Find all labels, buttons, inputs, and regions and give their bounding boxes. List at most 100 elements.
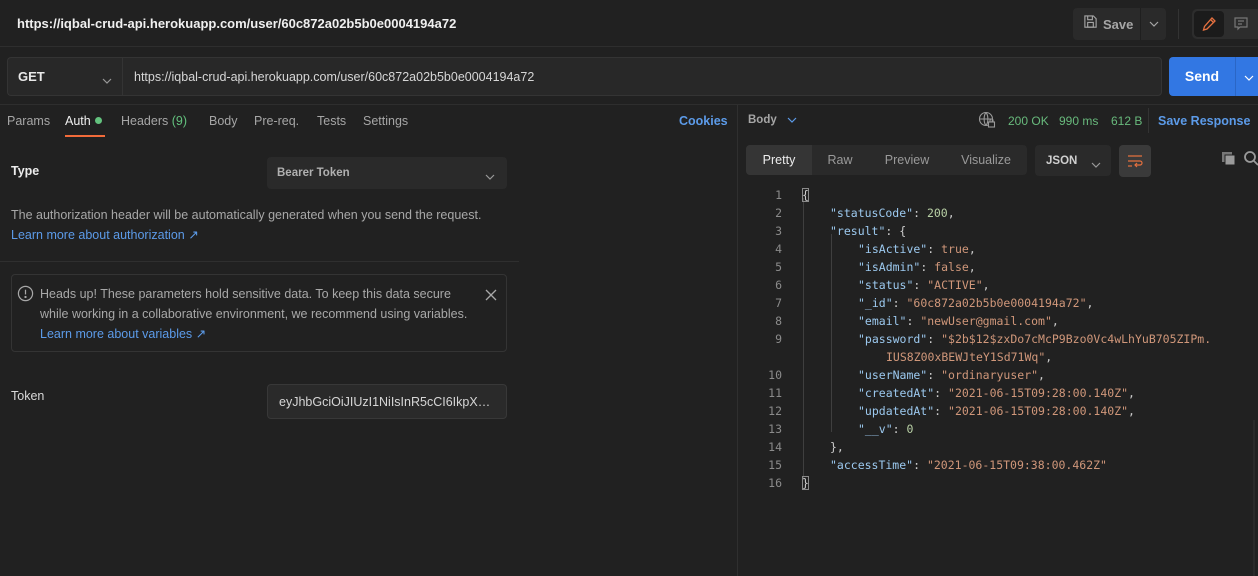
- postman-app: https://iqbal-crud-api.herokuapp.com/use…: [0, 0, 1258, 576]
- comments-button[interactable]: [1230, 13, 1252, 35]
- active-tab-indicator: [65, 135, 105, 137]
- comment-icon: [1234, 17, 1248, 31]
- scrollbar[interactable]: [1253, 420, 1255, 576]
- code-token: },: [830, 440, 844, 454]
- view-tab-pretty[interactable]: Pretty: [746, 145, 812, 175]
- code-token: "statusCode": [830, 206, 914, 220]
- tab-body[interactable]: Body: [209, 114, 238, 128]
- save-options-button[interactable]: [1141, 21, 1166, 27]
- code-text: "createdAt": "2021-06-15T09:28:00.140Z",: [858, 384, 1135, 402]
- divider: [0, 104, 1258, 105]
- code-line: 13 "__v": 0: [746, 420, 1258, 438]
- headers-count: (9): [171, 114, 188, 128]
- response-section-select[interactable]: Body: [748, 114, 797, 126]
- code-token: "isAdmin": [858, 260, 921, 274]
- code-token: ,: [1045, 350, 1053, 364]
- tab-headers[interactable]: Headers (9): [121, 114, 187, 128]
- response-format-select[interactable]: JSON: [1035, 145, 1111, 176]
- code-text: "isActive": true,: [858, 240, 976, 258]
- learn-more-variables-link[interactable]: Learn more about variables ↗: [40, 327, 206, 341]
- send-button[interactable]: Send: [1169, 57, 1236, 96]
- line-number: 1: [775, 188, 782, 202]
- edit-mode-button[interactable]: [1194, 11, 1224, 37]
- format-value: JSON: [1046, 154, 1078, 167]
- line-number: 6: [775, 278, 782, 292]
- code-token: :: [906, 314, 921, 328]
- code-token: : {: [885, 224, 907, 238]
- code-token: :: [934, 404, 949, 418]
- save-response-button[interactable]: Save Response: [1158, 114, 1250, 128]
- response-time[interactable]: 990 ms: [1059, 114, 1098, 128]
- code-token: "60c872a02b5b0e0004194a72": [906, 296, 1087, 310]
- token-input[interactable]: [267, 384, 507, 419]
- tab-params[interactable]: Params: [7, 114, 50, 128]
- learn-more-authorization-link[interactable]: Learn more about authorization ↗: [11, 227, 199, 242]
- line-number: 9: [775, 332, 782, 346]
- tab-auth[interactable]: Auth: [65, 114, 102, 128]
- line-number: 11: [768, 386, 782, 400]
- line-number: 3: [775, 224, 782, 238]
- response-size[interactable]: 612 B: [1111, 114, 1142, 128]
- code-token: 0: [906, 422, 914, 436]
- network-globe-lock-icon[interactable]: [978, 111, 996, 134]
- code-text: "__v": 0: [858, 420, 913, 438]
- response-body-viewer[interactable]: 1{2 "statusCode": 200, 3 "result": {4 "isAct…: [746, 186, 1258, 492]
- line-number: 8: [775, 314, 782, 328]
- code-token: :: [920, 260, 935, 274]
- code-text: "status": "ACTIVE",: [858, 276, 990, 294]
- alert-text: Heads up! These parameters hold sensitiv…: [40, 287, 468, 341]
- mode-toggle: [1192, 9, 1258, 39]
- auth-type-label: Type: [11, 164, 40, 178]
- pane-divider[interactable]: [737, 105, 738, 576]
- copy-icon[interactable]: [1221, 151, 1237, 172]
- response-status[interactable]: 200 OK: [1008, 114, 1049, 128]
- line-number: 13: [768, 422, 782, 436]
- search-icon[interactable]: [1243, 150, 1258, 171]
- code-token: "isActive": [858, 242, 928, 256]
- code-token: :: [913, 206, 927, 220]
- wrap-lines-icon: [1128, 155, 1143, 168]
- code-token: :: [927, 368, 942, 382]
- code-line: 1{: [746, 186, 1258, 204]
- method-select[interactable]: GET: [7, 57, 122, 96]
- wrap-lines-button[interactable]: [1119, 145, 1151, 177]
- line-number: 14: [768, 440, 782, 454]
- cookies-link[interactable]: Cookies: [679, 114, 728, 128]
- chevron-down-icon: [1244, 75, 1254, 81]
- save-icon: [1083, 14, 1098, 34]
- url-input[interactable]: [122, 57, 1162, 96]
- code-line: 5 "isAdmin": false,: [746, 258, 1258, 276]
- line-number: 12: [768, 404, 782, 418]
- code-line: 4 "isActive": true,: [746, 240, 1258, 258]
- code-text: {: [802, 186, 809, 204]
- tab-settings[interactable]: Settings: [363, 114, 408, 128]
- line-number: 15: [768, 458, 782, 472]
- auth-description: The authorization header will be automat…: [11, 208, 482, 222]
- save-button[interactable]: Save: [1073, 8, 1141, 40]
- code-token: ,: [1086, 296, 1094, 310]
- auth-type-select[interactable]: Bearer Token: [267, 157, 507, 189]
- line-number: 4: [775, 242, 782, 256]
- tab-pre-request[interactable]: Pre-req.: [254, 114, 299, 128]
- close-icon[interactable]: [484, 288, 500, 304]
- code-token: "password": [858, 332, 928, 346]
- tab-tests[interactable]: Tests: [317, 114, 346, 128]
- toolbar-divider: [1178, 9, 1179, 39]
- code-token: ,: [968, 242, 976, 256]
- chevron-down-icon: [485, 167, 495, 185]
- send-options-button[interactable]: [1244, 68, 1254, 86]
- view-tab-raw[interactable]: Raw: [816, 145, 864, 175]
- view-tab-preview[interactable]: Preview: [872, 145, 942, 175]
- code-token: ,: [1128, 386, 1135, 400]
- response-view-tabs: Pretty Raw Preview Visualize: [746, 145, 1027, 175]
- code-token: {: [802, 188, 809, 202]
- code-token: "accessTime": [830, 458, 914, 472]
- code-token: "_id": [858, 296, 893, 310]
- code-token: ,: [982, 278, 990, 292]
- code-text: },: [830, 438, 844, 456]
- chevron-down-icon: [102, 71, 112, 89]
- line-number: 5: [775, 260, 782, 274]
- code-token: :: [927, 242, 942, 256]
- view-tab-visualize[interactable]: Visualize: [951, 145, 1021, 175]
- code-text: "updatedAt": "2021-06-15T09:28:00.140Z",: [858, 402, 1135, 420]
